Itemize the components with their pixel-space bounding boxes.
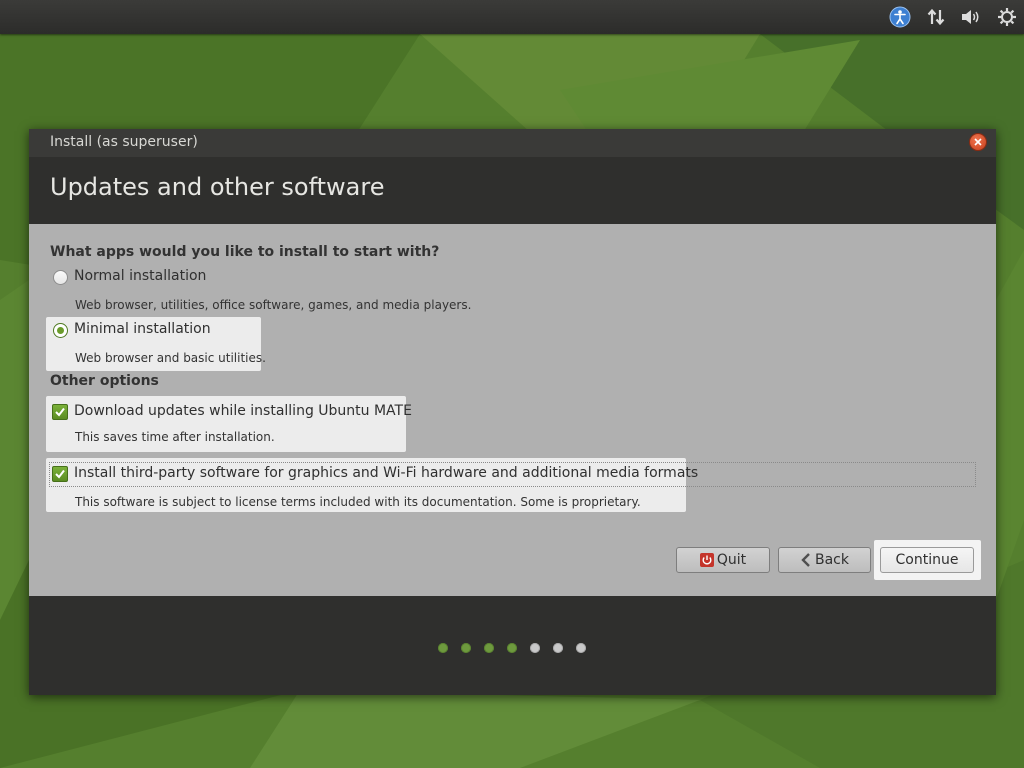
progress-dot-7 — [576, 643, 586, 653]
installer-window: Install (as superuser) Updates and other… — [29, 129, 996, 695]
progress-footer — [29, 596, 996, 695]
accessibility-icon[interactable] — [888, 5, 912, 29]
volume-icon[interactable] — [959, 5, 983, 29]
apps-section-heading: What apps would you like to install to s… — [50, 244, 440, 260]
other-options-heading: Other options — [50, 373, 159, 389]
progress-dot-6 — [553, 643, 563, 653]
quit-button-label: Quit — [716, 552, 747, 568]
continue-button[interactable]: Continue — [880, 547, 974, 573]
back-arrow-icon — [800, 553, 812, 567]
download-updates-checkbox[interactable] — [52, 404, 68, 420]
progress-dot-4 — [507, 643, 517, 653]
back-button[interactable]: Back — [778, 547, 871, 573]
page-title: Updates and other software — [50, 173, 385, 201]
quit-icon — [699, 553, 714, 567]
download-updates-label[interactable]: Download updates while installing Ubuntu… — [74, 403, 412, 419]
checkmark-icon — [55, 407, 65, 417]
normal-installation-radio[interactable] — [53, 270, 68, 285]
checkmark-icon — [55, 469, 65, 479]
normal-installation-description: Web browser, utilities, office software,… — [75, 298, 472, 312]
progress-dot-2 — [461, 643, 471, 653]
progress-dots — [438, 643, 599, 653]
third-party-label[interactable]: Install third-party software for graphic… — [74, 465, 698, 481]
content-area: What apps would you like to install to s… — [29, 224, 996, 596]
page-header: Updates and other software — [29, 157, 996, 224]
minimal-installation-radio[interactable] — [53, 323, 68, 338]
back-button-label: Back — [815, 552, 849, 568]
network-icon[interactable] — [924, 5, 948, 29]
progress-dot-5 — [530, 643, 540, 653]
download-updates-description: This saves time after installation. — [75, 430, 275, 444]
window-title: Install (as superuser) — [50, 134, 198, 150]
normal-installation-label[interactable]: Normal installation — [74, 268, 206, 284]
progress-dot-3 — [484, 643, 494, 653]
top-panel — [0, 0, 1024, 34]
close-button[interactable] — [970, 134, 986, 150]
continue-button-label: Continue — [895, 552, 959, 568]
minimal-installation-description: Web browser and basic utilities. — [75, 351, 266, 365]
third-party-description: This software is subject to license term… — [75, 495, 641, 509]
window-titlebar[interactable]: Install (as superuser) — [29, 129, 996, 157]
close-icon — [974, 138, 982, 146]
minimal-installation-label[interactable]: Minimal installation — [74, 321, 211, 337]
power-settings-icon[interactable] — [995, 5, 1019, 29]
progress-dot-1 — [438, 643, 448, 653]
third-party-checkbox[interactable] — [52, 466, 68, 482]
quit-button[interactable]: Quit — [676, 547, 770, 573]
